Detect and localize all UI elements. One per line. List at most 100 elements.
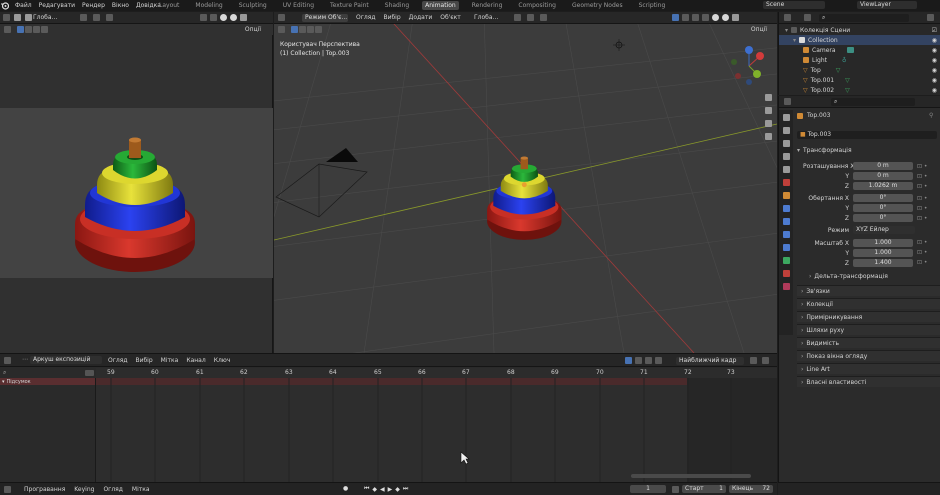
- menu-select[interactable]: Вибір: [135, 357, 152, 365]
- list-item[interactable]: ▽ Top.002 ▽ ◉: [779, 85, 940, 95]
- select-mode-2-icon[interactable]: [307, 26, 314, 33]
- filter-icon[interactable]: [927, 14, 934, 21]
- camera-view-icon[interactable]: [764, 120, 772, 127]
- play-reverse-icon[interactable]: ◀: [380, 486, 385, 493]
- section-visibility[interactable]: › Видимість: [797, 337, 940, 348]
- only-selected-icon[interactable]: [625, 357, 632, 364]
- lock-icon[interactable]: ⊡ •: [917, 204, 935, 214]
- scale-x-field[interactable]: 1.000: [853, 239, 913, 247]
- zoom-icon[interactable]: [764, 94, 772, 101]
- menu-edit[interactable]: Редагувати: [39, 2, 75, 9]
- transform-orientation[interactable]: Глоба...: [33, 14, 57, 22]
- rendered-shading-icon[interactable]: [240, 14, 247, 21]
- tool-toggle-icon[interactable]: [4, 26, 11, 33]
- gizmo-icon[interactable]: [682, 14, 689, 21]
- editor-type-icon[interactable]: [4, 357, 11, 364]
- eye-icon[interactable]: ◉: [932, 77, 937, 84]
- visibility-icon[interactable]: [672, 14, 679, 21]
- menu-add[interactable]: Додати: [409, 14, 433, 22]
- jump-start-icon[interactable]: ⏮: [364, 485, 369, 493]
- lock-icon[interactable]: ⊡ •: [917, 162, 935, 172]
- eye-icon[interactable]: ◉: [932, 37, 937, 44]
- dope-mode-select[interactable]: Аркуш експозицій: [30, 356, 102, 364]
- outliner-search[interactable]: ⌕: [819, 14, 909, 22]
- data-tab-icon[interactable]: [782, 257, 790, 264]
- editor-type-icon[interactable]: [278, 14, 285, 21]
- rotation-x-field[interactable]: 0°: [853, 194, 913, 202]
- material-shading-icon[interactable]: [722, 14, 729, 21]
- view-menu[interactable]: Огляд: [103, 486, 122, 494]
- preview-range-icon[interactable]: [672, 486, 679, 493]
- keying-menu[interactable]: Keying: [74, 486, 94, 494]
- solid-shading-icon[interactable]: [712, 14, 719, 21]
- rotation-y-field[interactable]: 0°: [853, 204, 913, 212]
- overlay-icon[interactable]: [200, 14, 207, 21]
- object-name-field[interactable]: ■ Top.003: [797, 131, 937, 139]
- tab-shading[interactable]: Shading: [382, 1, 412, 10]
- list-item[interactable]: ▽ Top ▽ ◉: [779, 65, 940, 75]
- menu-key[interactable]: Ключ: [214, 357, 231, 365]
- tab-scripting[interactable]: Scripting: [636, 1, 669, 10]
- only-errors-icon[interactable]: [645, 357, 652, 364]
- end-frame-field[interactable]: Кінець 72: [729, 485, 773, 493]
- checkbox-icon[interactable]: ☑: [932, 27, 937, 34]
- object-tab-icon[interactable]: [782, 192, 790, 199]
- list-item[interactable]: ▾ Collection ◉: [779, 35, 940, 45]
- filter-icon[interactable]: [655, 357, 662, 364]
- current-frame-field[interactable]: 1: [630, 485, 666, 493]
- editor-type-icon[interactable]: [4, 486, 11, 493]
- viewport-options[interactable]: Опції: [245, 26, 261, 34]
- lock-icon[interactable]: ⊡ •: [917, 172, 935, 182]
- show-hidden-icon[interactable]: [635, 357, 642, 364]
- summary-channel[interactable]: ▾ Підсумок: [0, 378, 95, 385]
- select-box-icon[interactable]: [291, 26, 298, 33]
- scene-tab-icon[interactable]: [782, 166, 790, 173]
- eye-icon[interactable]: ◉: [932, 47, 937, 54]
- constraints-tab-icon[interactable]: [782, 244, 790, 251]
- tab-rendering[interactable]: Rendering: [469, 1, 506, 10]
- light-object[interactable]: [613, 39, 625, 51]
- view-menu-icon[interactable]: [14, 14, 21, 21]
- select-mode-icon[interactable]: [25, 26, 32, 33]
- physics-tab-icon[interactable]: [782, 231, 790, 238]
- tab-compositing[interactable]: Compositing: [515, 1, 559, 10]
- tab-modeling[interactable]: Modeling: [192, 1, 225, 10]
- section-motion-paths[interactable]: › Шляхи руху: [797, 324, 940, 335]
- section-line-art[interactable]: › Line Art: [797, 363, 940, 374]
- scene-selector[interactable]: Scene: [763, 1, 825, 9]
- editor-type-icon[interactable]: [3, 14, 10, 21]
- pivot-icon[interactable]: [514, 14, 521, 21]
- search-icon[interactable]: ⌕: [3, 369, 6, 377]
- proportional-icon[interactable]: [106, 14, 113, 21]
- modifier-tab-icon[interactable]: [782, 205, 790, 212]
- view-layer-tab-icon[interactable]: [782, 153, 790, 160]
- section-collections[interactable]: › Колекції: [797, 298, 940, 309]
- menu-channel[interactable]: Канал: [186, 357, 205, 365]
- navigation-gizmo[interactable]: [724, 44, 774, 88]
- texture-tab-icon[interactable]: [782, 283, 790, 290]
- select-mode-icon[interactable]: [299, 26, 306, 33]
- rendered-shading-icon[interactable]: [732, 14, 739, 21]
- prev-keyframe-icon[interactable]: ◆: [372, 486, 377, 493]
- frame-swap-icon[interactable]: [85, 370, 94, 376]
- object-mode-selector[interactable]: Режим Об'є...: [302, 14, 348, 22]
- snap-icon[interactable]: [527, 14, 534, 21]
- list-item[interactable]: ▽ Top.001 ▽ ◉: [779, 75, 940, 85]
- scale-z-field[interactable]: 1.400: [853, 259, 913, 267]
- lock-icon[interactable]: ⊡ •: [917, 238, 935, 248]
- location-y-field[interactable]: 0 m: [853, 172, 913, 180]
- section-custom-properties[interactable]: › Власні властивості: [797, 376, 940, 387]
- select-menu-icon[interactable]: [25, 14, 32, 21]
- rotation-mode-select[interactable]: XYZ Ейлер: [853, 226, 915, 234]
- solid-shading-icon[interactable]: [220, 14, 227, 21]
- tab-texture-paint[interactable]: Texture Paint: [327, 1, 372, 10]
- list-item[interactable]: Camera ◉: [779, 45, 940, 55]
- overlay-icon[interactable]: [692, 14, 699, 21]
- tab-animation[interactable]: Animation: [422, 1, 459, 10]
- timeline-ruler[interactable]: 59 60 61 62 63 64 65 66 67 68 69 70 71 7…: [96, 368, 777, 378]
- lock-icon[interactable]: ⊡ •: [917, 258, 935, 268]
- editor-type-icon[interactable]: [784, 14, 791, 21]
- menu-view[interactable]: Огляд: [356, 14, 375, 22]
- scale-y-field[interactable]: 1.000: [853, 249, 913, 257]
- jump-end-icon[interactable]: ⏭: [403, 485, 408, 493]
